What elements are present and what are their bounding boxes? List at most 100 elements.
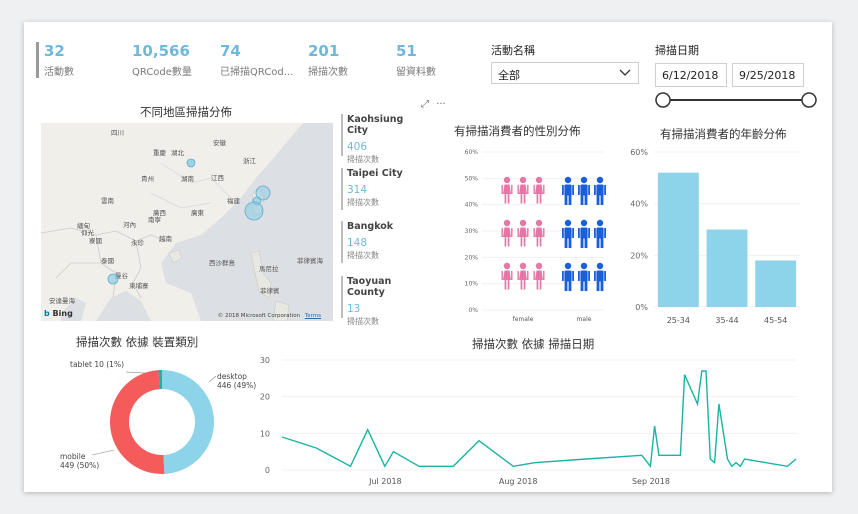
age-bar[interactable] bbox=[706, 229, 748, 308]
kpi-value: 10,566 bbox=[132, 42, 190, 60]
female-figure bbox=[533, 176, 545, 204]
gender-y-tick: 10% bbox=[465, 281, 479, 288]
map-label: 安徽 bbox=[213, 138, 227, 147]
device-chart-title: 掃描次數 依據 裝置類別 bbox=[76, 335, 199, 349]
female-figure bbox=[501, 176, 513, 204]
male-figure bbox=[562, 262, 574, 291]
gender-chart[interactable]: 60% 50% 40% 30% 20% 10% 0% female male bbox=[444, 140, 614, 324]
gender-y-tick: 0% bbox=[468, 307, 478, 314]
visual-header-icons: ⤢ ··· bbox=[421, 99, 446, 110]
focus-mode-icon[interactable]: ⤢ bbox=[421, 99, 429, 110]
map-label: 泰國 bbox=[101, 256, 114, 265]
dashboard-page: 32 活動數 10,566 QRCode數量 74 已掃描QRCod... 20… bbox=[24, 22, 832, 492]
map-label: 永珍 bbox=[131, 238, 145, 247]
age-y-tick: 0% bbox=[635, 303, 648, 312]
female-figure bbox=[533, 262, 545, 290]
city-card-taoyuan[interactable]: Taoyuan County 13 掃描次數 bbox=[341, 276, 423, 327]
female-figure bbox=[517, 262, 529, 290]
map-bubble[interactable] bbox=[186, 158, 196, 168]
mobile-slice[interactable] bbox=[109, 370, 165, 475]
map-label: 寮國 bbox=[89, 236, 102, 245]
kpi-value: 51 bbox=[396, 42, 417, 60]
device-donut-chart[interactable]: tablet 10 (1%) desktop 446 (49%) mobile … bbox=[54, 352, 264, 484]
gender-y-tick: 30% bbox=[465, 228, 479, 235]
desktop-label: desktop bbox=[217, 372, 247, 381]
female-figure bbox=[517, 219, 529, 247]
scan-date-line-chart[interactable]: 30 20 10 0 Jul 2018 Aug 2018 Sep 2018 bbox=[246, 352, 806, 488]
kpi-scan-count[interactable]: 201 掃描次數 bbox=[308, 42, 398, 78]
kpi-value: 201 bbox=[308, 42, 340, 60]
more-options-icon[interactable]: ··· bbox=[436, 99, 446, 110]
tablet-label: tablet 10 (1%) bbox=[70, 360, 124, 369]
city-label: 掃描次數 bbox=[347, 198, 379, 207]
activity-dropdown-value: 全部 bbox=[498, 69, 520, 82]
gender-y-tick: 60% bbox=[465, 149, 479, 156]
slider-start-handle[interactable] bbox=[655, 92, 671, 108]
map-title: 不同地區掃描分佈 bbox=[140, 105, 232, 119]
female-figure bbox=[517, 176, 529, 204]
map-label: 西沙群島 bbox=[209, 258, 236, 267]
kpi-scanned-qrcode[interactable]: 74 已掃描QRCod... bbox=[220, 42, 302, 78]
map-label: 廣東 bbox=[191, 208, 205, 217]
kpi-label: 掃描次數 bbox=[308, 67, 348, 78]
kpi-label: 留資料數 bbox=[396, 67, 436, 78]
kpi-label: 活動數 bbox=[44, 67, 74, 78]
bing-logo: b Bing bbox=[44, 309, 73, 318]
kpi-label: 已掃描QRCod... bbox=[220, 67, 294, 78]
map-label: 湖北 bbox=[171, 148, 185, 157]
kpi-leads[interactable]: 51 留資料數 bbox=[396, 42, 486, 78]
map-label: 貴州 bbox=[141, 174, 154, 183]
age-chart[interactable]: 60% 40% 20% 0% 25-34 35-44 45-54 bbox=[618, 144, 808, 330]
age-chart-title: 有掃描消費者的年齡分佈 bbox=[660, 127, 787, 141]
mobile-label: mobile bbox=[60, 452, 86, 461]
map-label: 江西 bbox=[211, 174, 225, 182]
age-x-tick: 25-34 bbox=[667, 316, 690, 325]
male-figure bbox=[562, 176, 574, 205]
female-figure bbox=[533, 219, 545, 247]
map-bubble[interactable] bbox=[107, 273, 119, 285]
male-figure bbox=[578, 262, 590, 291]
map-label: 南寧 bbox=[148, 215, 162, 224]
city-value: 13 bbox=[347, 303, 361, 315]
kpi-selection-bar bbox=[36, 42, 39, 78]
date-range-slider[interactable] bbox=[651, 88, 821, 112]
desktop-slice[interactable] bbox=[162, 370, 215, 474]
city-card-kaohsiung[interactable]: Kaohsiung City 406 掃描次數 bbox=[341, 114, 423, 165]
region-map[interactable]: 四川 安徽 浙江 湖北 重慶 江西 湖南 貴州 福建 廣東 廣西 雲南 南寧 河… bbox=[41, 123, 333, 321]
map-label: 菲律賓 bbox=[260, 286, 280, 295]
age-bar[interactable] bbox=[755, 260, 797, 308]
map-label: 安達曼海 bbox=[49, 296, 76, 305]
age-y-tick: 40% bbox=[630, 200, 648, 209]
kpi-qrcode-count[interactable]: 10,566 QRCode數量 bbox=[132, 42, 222, 78]
mobile-value: 449 (50%) bbox=[60, 461, 99, 470]
line-y-tick: 0 bbox=[265, 466, 270, 475]
age-y-tick: 20% bbox=[630, 251, 648, 260]
city-value: 406 bbox=[347, 141, 368, 153]
slider-end-handle[interactable] bbox=[801, 92, 817, 108]
scan-count-series-line[interactable] bbox=[281, 370, 797, 469]
terms-link[interactable]: Terms bbox=[305, 313, 321, 319]
city-rule bbox=[341, 168, 343, 210]
female-pictograph[interactable] bbox=[501, 176, 545, 290]
map-label: 浙江 bbox=[243, 156, 257, 165]
city-label: 掃描次數 bbox=[347, 317, 379, 326]
start-date-input[interactable]: 6/12/2018 bbox=[655, 63, 727, 87]
gender-x-label: male bbox=[577, 316, 592, 323]
map-label: 菲律賓海 bbox=[297, 256, 324, 265]
city-rule bbox=[341, 221, 343, 263]
kpi-label: QRCode數量 bbox=[132, 67, 192, 78]
end-date-input[interactable]: 9/25/2018 bbox=[732, 63, 804, 87]
male-figure bbox=[578, 176, 590, 205]
activity-slicer-title: 活動名稱 bbox=[491, 44, 535, 57]
line-y-tick: 10 bbox=[260, 429, 270, 438]
age-bar[interactable] bbox=[657, 172, 699, 307]
city-card-bangkok[interactable]: Bangkok 148 掃描次數 bbox=[341, 221, 423, 263]
city-label: 掃描次數 bbox=[347, 155, 379, 164]
map-bubble[interactable] bbox=[244, 201, 264, 221]
male-pictograph[interactable] bbox=[562, 176, 606, 291]
city-value: 148 bbox=[347, 237, 368, 249]
city-card-taipei[interactable]: Taipei City 314 掃描次數 bbox=[341, 168, 423, 210]
activity-dropdown[interactable]: 全部 bbox=[491, 62, 639, 84]
map-label: 四川 bbox=[111, 129, 124, 137]
kpi-campaigns[interactable]: 32 活動數 bbox=[44, 42, 134, 78]
